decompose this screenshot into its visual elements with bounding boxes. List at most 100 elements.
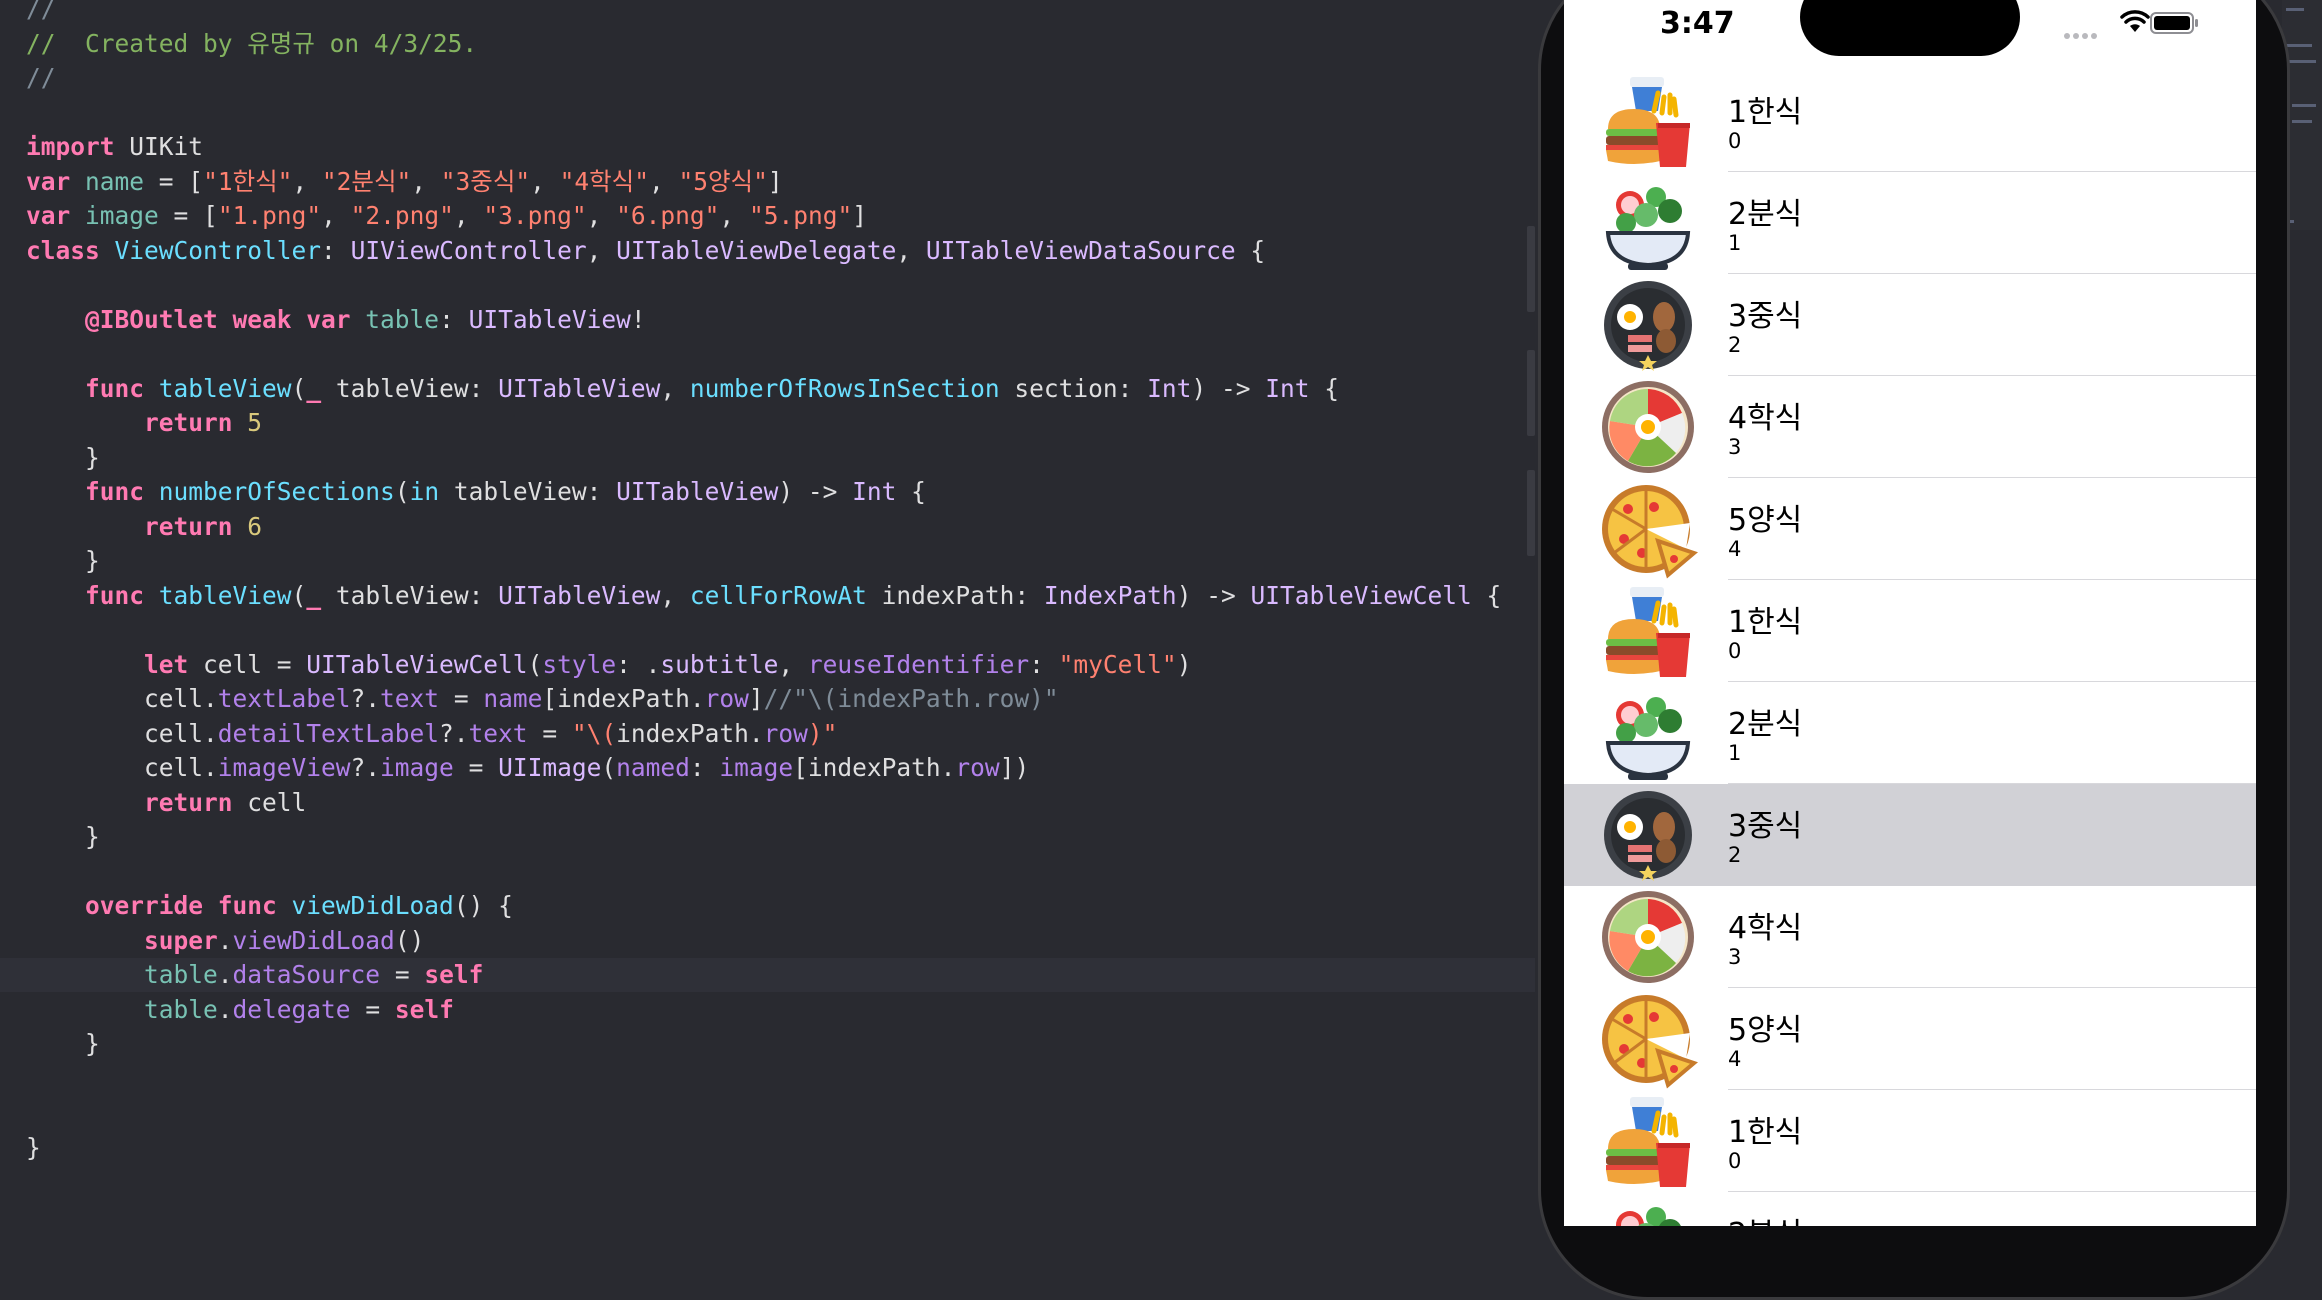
cell-title: 4학식: [1728, 911, 1803, 946]
table-row[interactable]: 3중식 2: [1564, 274, 2256, 376]
code-line[interactable]: // Created by 유명규 on 4/3/25.: [0, 27, 1535, 61]
table-row[interactable]: 1한식 0: [1564, 1090, 2256, 1192]
table-row[interactable]: 4학식 3: [1564, 886, 2256, 988]
code-line[interactable]: [0, 1096, 1535, 1130]
code-token: ?.: [350, 753, 381, 782]
code-token: image: [85, 201, 159, 230]
code-token: ,: [586, 201, 617, 230]
cell-title: 2분식: [1728, 197, 1803, 232]
table-view[interactable]: 1한식 0 2분식 1 3중식 2 4학식 3 5양식 4 1한식 0 2분식 …: [1564, 70, 2256, 1226]
code-token: self: [394, 994, 454, 1024]
code-token: ?.: [350, 684, 381, 713]
code-token: var: [26, 201, 71, 230]
code-line[interactable]: [0, 855, 1535, 889]
code-token: }: [26, 546, 100, 575]
code-token: = [: [144, 166, 204, 196]
code-token: =: [439, 684, 484, 713]
table-row[interactable]: 1한식 0: [1564, 580, 2256, 682]
code-line[interactable]: }: [0, 1027, 1535, 1061]
code-line[interactable]: //: [0, 61, 1535, 95]
code-line[interactable]: func tableView(_ tableView: UITableView,…: [0, 372, 1535, 406]
code-token: ): [1176, 649, 1192, 679]
code-token: UITableView: [498, 580, 661, 610]
code-token: ,: [648, 166, 679, 196]
table-row[interactable]: 2분식 1: [1564, 172, 2256, 274]
cell-title: 5양식: [1728, 503, 1803, 538]
code-token: ,: [778, 649, 808, 679]
code-line[interactable]: cell.textLabel?.text = name[indexPath.ro…: [0, 682, 1535, 716]
code-token: {: [1471, 580, 1502, 610]
code-token: () {: [453, 891, 513, 920]
code-token: UIImage: [498, 753, 602, 782]
code-line[interactable]: @IBOutlet weak var table: UITableView!: [0, 303, 1535, 337]
code-line[interactable]: }: [0, 544, 1535, 578]
code-token: //: [26, 0, 56, 23]
code-line[interactable]: cell.detailTextLabel?.text = "\(indexPat…: [0, 717, 1535, 751]
code-line[interactable]: [0, 268, 1535, 302]
code-line[interactable]: [0, 1062, 1535, 1096]
code-token: func: [85, 580, 145, 610]
code-line[interactable]: return cell: [0, 786, 1535, 820]
code-token: table: [365, 304, 440, 334]
table-row[interactable]: 5양식 4: [1564, 988, 2256, 1090]
table-row[interactable]: 5양식 4: [1564, 478, 2256, 580]
code-token: tableView: [158, 373, 292, 403]
code-token: (: [527, 649, 543, 679]
code-line[interactable]: return 6: [0, 510, 1535, 544]
code-token: UITableViewDataSource: [925, 235, 1236, 265]
code-token: tableView:: [321, 580, 499, 610]
code-line[interactable]: func numberOfSections(in tableView: UITa…: [0, 475, 1535, 509]
code-line[interactable]: [0, 96, 1535, 130]
code-token: cell.: [26, 753, 218, 782]
code-line[interactable]: super.viewDidLoad(): [0, 924, 1535, 958]
code-line[interactable]: }: [0, 441, 1535, 475]
code-line[interactable]: table.dataSource = self: [0, 958, 1535, 992]
code-token: indexPath:: [866, 580, 1044, 610]
code-token: viewDidLoad: [232, 925, 395, 955]
code-line[interactable]: var name = ["1한식", "2분식", "3중식", "4학식", …: [0, 165, 1535, 199]
cell-title: 5양식: [1728, 1013, 1803, 1048]
code-token: "myCell": [1058, 649, 1177, 679]
code-token: :: [439, 304, 469, 334]
simulator-screen[interactable]: 3:47 1한식 0 2분식 1 3중식 2 4학식 3 5양식 4 1한식 0…: [1564, 0, 2256, 1226]
code-token: viewDidLoad: [291, 891, 454, 920]
code-line[interactable]: }: [0, 1131, 1535, 1165]
code-line[interactable]: cell.imageView?.image = UIImage(named: i…: [0, 751, 1535, 785]
code-line[interactable]: }: [0, 820, 1535, 854]
code-line[interactable]: [0, 337, 1535, 371]
table-row[interactable]: 2분식: [1564, 1192, 2256, 1226]
code-line[interactable]: table.delegate = self: [0, 993, 1535, 1027]
code-line[interactable]: override func viewDidLoad() {: [0, 889, 1535, 923]
code-line[interactable]: return 5: [0, 406, 1535, 440]
code-token: ) ->: [1191, 373, 1266, 403]
code-line[interactable]: var image = ["1.png", "2.png", "3.png", …: [0, 199, 1535, 233]
code-token: tableView:: [321, 373, 499, 403]
table-row[interactable]: 2분식 1: [1564, 682, 2256, 784]
table-row[interactable]: 1한식 0: [1564, 70, 2256, 172]
cell-detail: 4: [1728, 537, 1742, 561]
code-line[interactable]: [0, 613, 1535, 647]
code-token: var: [26, 166, 71, 196]
cell-title: 1한식: [1728, 95, 1803, 130]
code-line[interactable]: class ViewController: UIViewController, …: [0, 234, 1535, 268]
table-row[interactable]: 4학식 3: [1564, 376, 2256, 478]
code-token: ,: [896, 235, 926, 265]
code-line[interactable]: let cell = UITableViewCell(style: .subti…: [0, 648, 1535, 682]
table-row[interactable]: 3중식 2: [1564, 784, 2256, 886]
pizza-icon: [1598, 479, 1699, 579]
salad-bowl-icon: [1598, 173, 1698, 273]
cell-detail: 2: [1728, 843, 1742, 867]
code-token: row: [763, 718, 808, 748]
code-token: :: [1029, 649, 1059, 679]
code-editor[interactable]: // // Created by 유명규 on 4/3/25. // import U…: [0, 0, 1535, 1226]
code-line[interactable]: //: [0, 0, 1535, 26]
code-token: super: [144, 925, 218, 955]
code-line[interactable]: import UIKit: [0, 130, 1535, 164]
code-line[interactable]: func tableView(_ tableView: UITableView,…: [0, 579, 1535, 613]
code-token: override func: [85, 891, 277, 920]
